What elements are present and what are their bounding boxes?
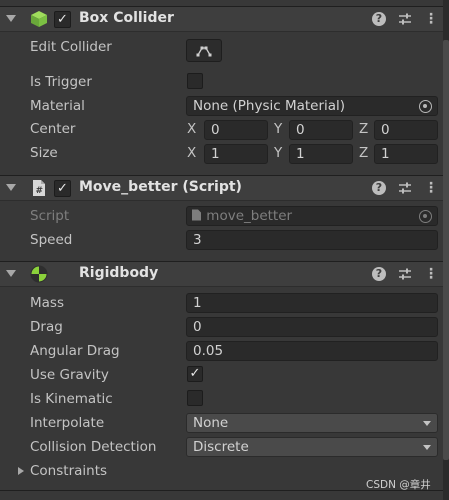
box-collider-header[interactable]: ✓ Box Collider ? ⋮ — [0, 6, 443, 32]
edit-collider-button[interactable] — [186, 39, 222, 62]
interpolate-value: None — [193, 415, 229, 431]
collision-detection-dropdown[interactable]: Discrete — [186, 437, 438, 457]
mass-label: Mass — [30, 295, 64, 311]
script-value: move_better — [206, 208, 293, 224]
help-icon[interactable]: ? — [372, 181, 386, 195]
more-options-icon[interactable]: ⋮ — [424, 12, 438, 26]
script-field: move_better — [186, 206, 438, 226]
center-x-field[interactable]: 0 — [204, 120, 268, 140]
size-x-field[interactable]: 1 — [204, 144, 268, 164]
mass-field[interactable]: 1 — [186, 293, 438, 313]
is-trigger-label: Is Trigger — [30, 74, 92, 90]
svg-text:#: # — [36, 186, 44, 196]
move-better-enabled-checkbox[interactable]: ✓ — [54, 180, 71, 197]
is-kinematic-label: Is Kinematic — [30, 391, 113, 407]
fold-down-icon[interactable] — [6, 270, 16, 277]
object-picker-icon[interactable] — [419, 100, 432, 113]
fold-down-icon[interactable] — [6, 184, 16, 191]
size-label: Size — [30, 145, 58, 161]
component-title: Move_better (Script) — [79, 179, 242, 195]
size-z-field[interactable]: 1 — [374, 144, 438, 164]
presets-icon[interactable] — [398, 12, 412, 26]
more-options-icon[interactable]: ⋮ — [424, 267, 438, 281]
more-options-icon[interactable]: ⋮ — [424, 181, 438, 195]
axis-x-label: X — [187, 121, 197, 137]
size-y-field[interactable]: 1 — [289, 144, 353, 164]
fold-right-icon[interactable] — [18, 467, 24, 475]
rigidbody-header[interactable]: Rigidbody ? ⋮ — [0, 261, 443, 287]
help-icon[interactable]: ? — [372, 267, 386, 281]
center-y-field[interactable]: 0 — [289, 120, 353, 140]
edit-collider-label: Edit Collider — [30, 39, 112, 55]
rigidbody-icon — [30, 265, 48, 283]
presets-icon[interactable] — [398, 267, 412, 281]
material-field[interactable]: None (Physic Material) — [186, 96, 438, 116]
center-z-field[interactable]: 0 — [374, 120, 438, 140]
use-gravity-checkbox[interactable]: ✓ — [187, 366, 203, 382]
angular-drag-label: Angular Drag — [30, 343, 120, 359]
center-label: Center — [30, 121, 76, 137]
component-title: Box Collider — [79, 10, 174, 26]
fold-down-icon[interactable] — [6, 15, 16, 22]
angular-drag-field[interactable]: 0.05 — [186, 341, 438, 361]
axis-z-label: Z — [359, 145, 369, 161]
speed-label: Speed — [30, 232, 73, 248]
box-collider-enabled-checkbox[interactable]: ✓ — [54, 11, 71, 28]
axis-z-label: Z — [359, 121, 369, 137]
speed-field[interactable]: 3 — [186, 230, 438, 250]
constraints-label[interactable]: Constraints — [30, 463, 107, 479]
move-better-script-header[interactable]: # ✓ Move_better (Script) ? ⋮ — [0, 175, 443, 201]
cube-icon — [31, 11, 47, 27]
presets-icon[interactable] — [398, 181, 412, 195]
scrollbar[interactable] — [443, 0, 449, 500]
collision-detection-value: Discrete — [193, 439, 249, 455]
is-trigger-checkbox[interactable] — [187, 73, 203, 89]
edit-bounds-icon — [196, 46, 212, 57]
inspector-panel: ✓ Box Collider ? ⋮ Edit Collider Is Trig… — [0, 0, 443, 500]
axis-x-label: X — [187, 145, 197, 161]
drag-field[interactable]: 0 — [186, 317, 438, 337]
collision-detection-label: Collision Detection — [30, 439, 157, 455]
use-gravity-label: Use Gravity — [30, 367, 109, 383]
dropdown-arrow-icon — [423, 445, 431, 450]
interpolate-label: Interpolate — [30, 415, 105, 431]
scrollbar-thumb[interactable] — [443, 40, 449, 460]
script-icon: # — [33, 180, 45, 196]
object-picker-icon — [419, 210, 432, 223]
watermark: CSDN @章井 — [366, 479, 431, 491]
interpolate-dropdown[interactable]: None — [186, 413, 438, 433]
material-value: None (Physic Material) — [193, 98, 346, 114]
component-title: Rigidbody — [79, 265, 159, 281]
script-label: Script — [30, 208, 70, 224]
drag-label: Drag — [30, 319, 63, 335]
axis-y-label: Y — [274, 121, 283, 137]
is-kinematic-checkbox[interactable] — [187, 390, 203, 406]
script-file-icon — [192, 209, 201, 221]
dropdown-arrow-icon — [423, 421, 431, 426]
material-label: Material — [30, 98, 85, 114]
axis-y-label: Y — [274, 145, 283, 161]
help-icon[interactable]: ? — [372, 12, 386, 26]
